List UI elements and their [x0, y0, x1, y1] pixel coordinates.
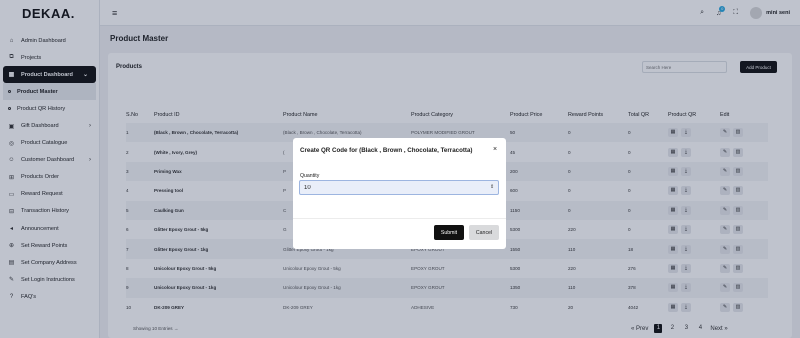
close-icon[interactable]: ×	[493, 146, 497, 153]
submit-button[interactable]: Submit	[434, 225, 464, 240]
cancel-button[interactable]: Cancel	[469, 225, 499, 240]
modal-title: Create QR Code for (Black , Brown , Choc…	[300, 147, 473, 154]
modal-divider	[293, 218, 506, 219]
quantity-label: Quantity	[300, 173, 320, 179]
quantity-input[interactable]	[299, 180, 499, 195]
create-qr-modal: Create QR Code for (Black , Brown , Choc…	[293, 138, 506, 249]
quantity-stepper-icon[interactable]: ⇕	[490, 184, 494, 190]
